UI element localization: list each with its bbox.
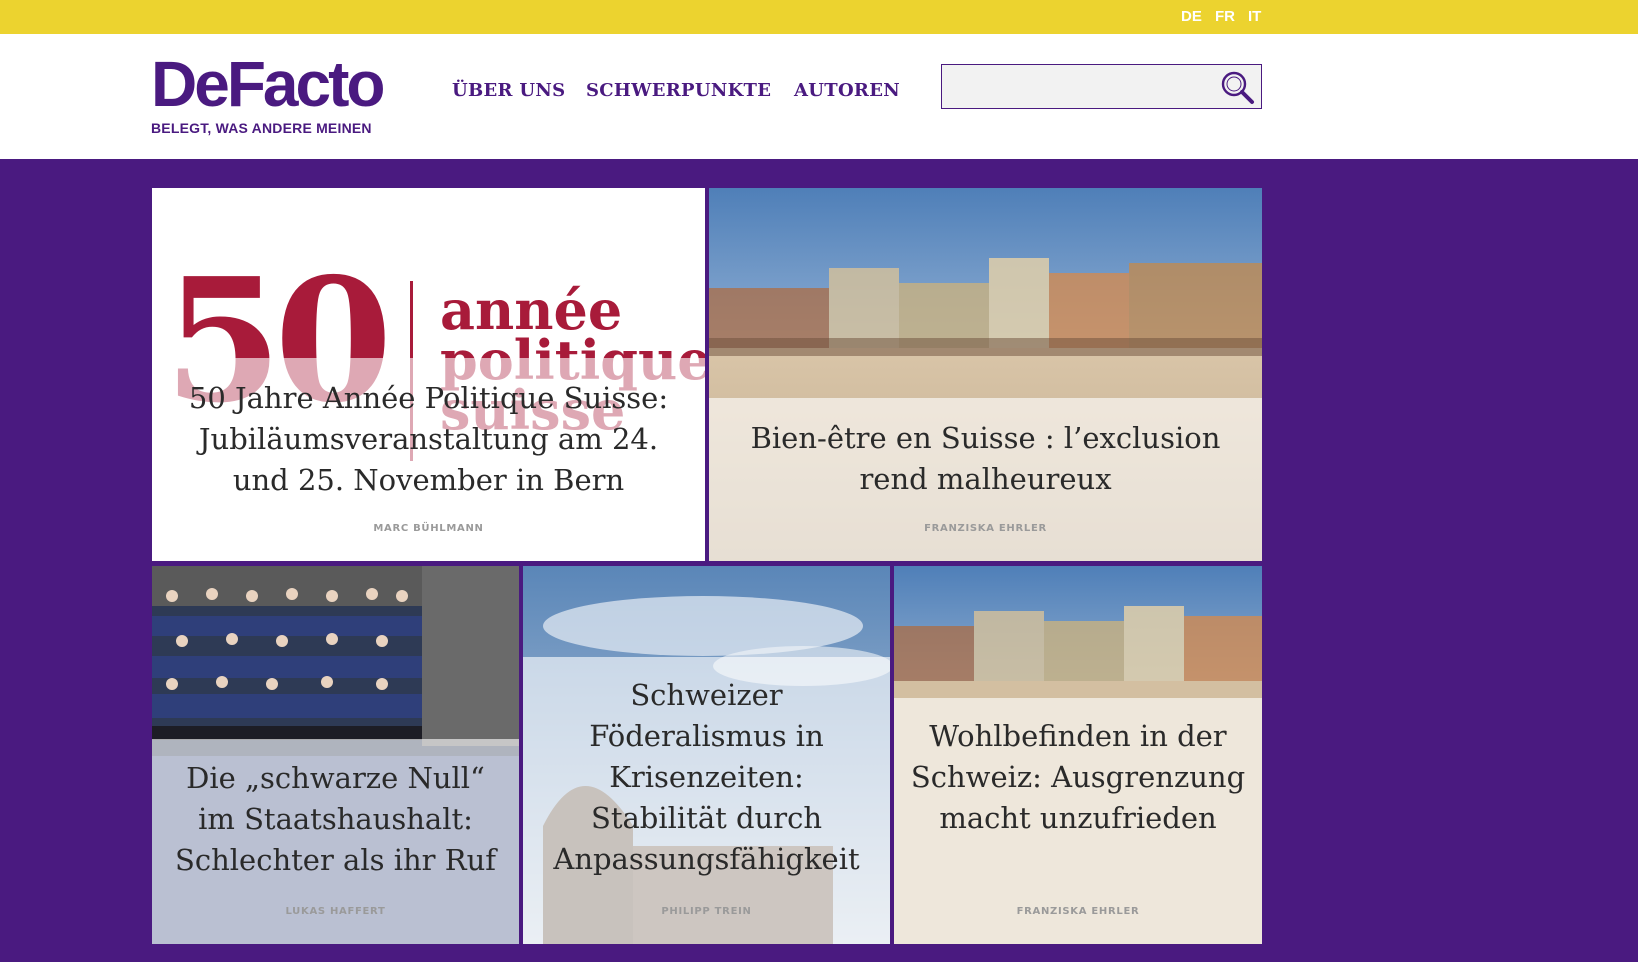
- article-title[interactable]: Schweizer Föderalismus in Krisenzeiten: …: [539, 675, 874, 880]
- article-author[interactable]: PHILIPP TREIN: [523, 906, 890, 917]
- logo-tagline: BELEGT, WAS ANDERE MEINEN: [151, 120, 372, 136]
- language-bar: DE FR IT: [0, 0, 1638, 34]
- nav-autoren[interactable]: AUTOREN: [794, 80, 900, 101]
- lang-it-link[interactable]: IT: [1248, 8, 1261, 25]
- lang-fr-link[interactable]: FR: [1215, 8, 1235, 25]
- article-author[interactable]: LUKAS HAFFERT: [152, 906, 519, 917]
- article-tile-bien-etre[interactable]: Bien-être en Suisse : l’exclusion rend m…: [709, 188, 1262, 561]
- nav-schwerpunkte[interactable]: SCHWERPUNKTE: [586, 80, 771, 101]
- article-title[interactable]: Wohlbefinden in der Schweiz: Ausgrenzung…: [910, 716, 1246, 839]
- search-box: [941, 64, 1262, 109]
- article-tile-foederalismus[interactable]: Schweizer Föderalismus in Krisenzeiten: …: [523, 566, 890, 944]
- article-title[interactable]: Bien-être en Suisse : l’exclusion rend m…: [725, 418, 1246, 500]
- article-title[interactable]: Die „schwarze Null“ im Staatshaushalt: S…: [168, 758, 503, 881]
- article-author[interactable]: FRANZISKA EHRLER: [894, 906, 1262, 917]
- lang-de-link[interactable]: DE: [1181, 8, 1202, 25]
- article-title[interactable]: 50 Jahre Année Politique Suisse: Jubiläu…: [168, 378, 689, 501]
- logo-wordmark: DeFacto: [151, 48, 386, 120]
- article-author[interactable]: MARC BÜHLMANN: [152, 523, 705, 534]
- article-author[interactable]: FRANZISKA EHRLER: [709, 523, 1262, 534]
- search-icon[interactable]: [1219, 69, 1255, 105]
- article-tile-wohlbefinden[interactable]: Wohlbefinden in der Schweiz: Ausgrenzung…: [894, 566, 1262, 944]
- site-header: DeFacto BELEGT, WAS ANDERE MEINEN ÜBER U…: [0, 34, 1638, 159]
- search-input[interactable]: [948, 71, 1203, 101]
- site-logo[interactable]: DeFacto BELEGT, WAS ANDERE MEINEN: [151, 52, 411, 152]
- nav-ueber-uns[interactable]: ÜBER UNS: [452, 80, 565, 101]
- article-tile-schwarze-null[interactable]: Die „schwarze Null“ im Staatshaushalt: S…: [152, 566, 519, 944]
- article-tile-aps-jubilaeum[interactable]: 50 année politique suisse 50 Jahre Année…: [152, 188, 705, 561]
